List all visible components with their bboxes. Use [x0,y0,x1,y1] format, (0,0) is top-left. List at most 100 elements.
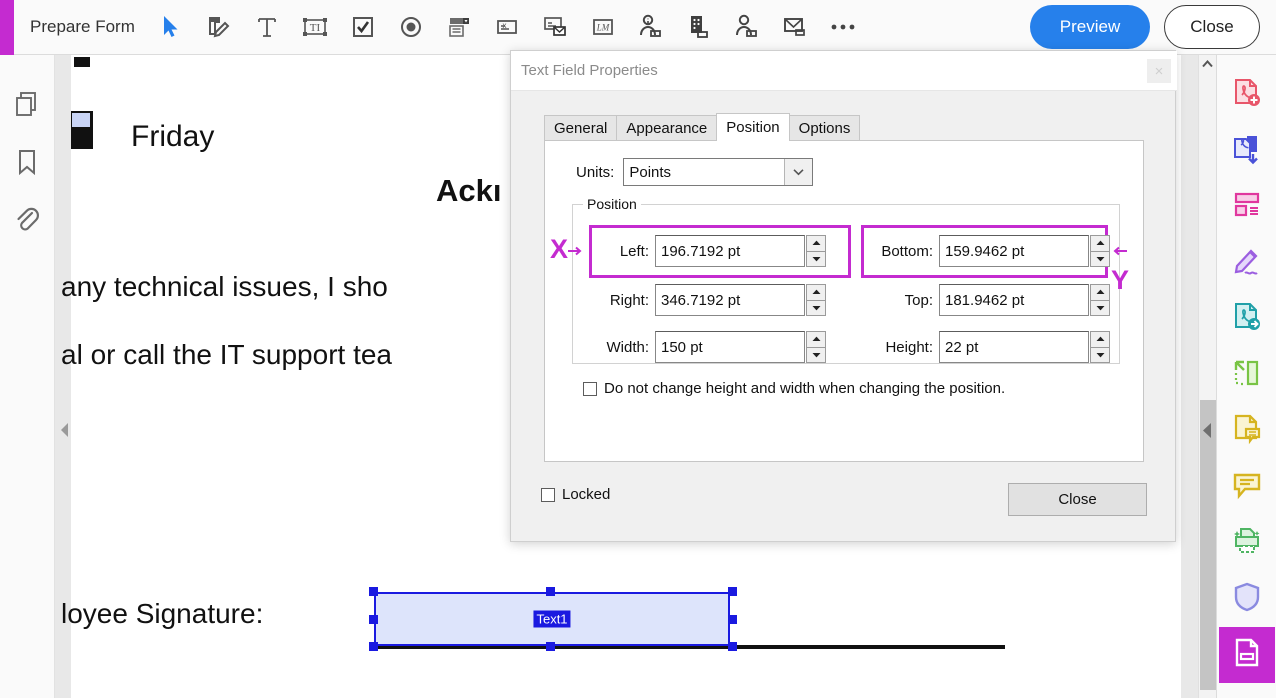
preview-button[interactable]: Preview [1030,5,1150,49]
comment-page-tool[interactable] [1219,403,1275,459]
document-scrollbar[interactable] [1198,55,1216,698]
right-spinner[interactable]: 346.7192 pt [655,284,826,316]
bottom-spin-up[interactable] [1090,235,1110,252]
add-email-field-tool[interactable] [531,4,579,50]
dialog-close-icon[interactable]: × [1147,59,1171,83]
locked-checkbox[interactable] [541,487,555,502]
tab-options[interactable]: Options [788,115,861,141]
create-pdf-tool[interactable] [1219,67,1275,123]
protect-tool[interactable] [1219,571,1275,627]
bottom-spin-buttons[interactable] [1090,235,1110,267]
compress-pdf-icon [1231,357,1263,394]
add-checkbox-tool[interactable] [339,4,387,50]
prepare-form-tool[interactable] [1218,627,1275,683]
scrollbar-thumb[interactable] [1200,400,1216,690]
fill-and-sign-tool[interactable] [1219,235,1275,291]
right-input[interactable]: 346.7192 pt [655,284,805,316]
width-spin-up[interactable] [806,331,826,348]
tab-appearance[interactable]: Appearance [616,115,718,141]
height-input[interactable]: 22 pt [939,331,1089,363]
x-axis-marker: X [550,234,584,265]
width-spinner[interactable]: 150 pt [655,331,826,363]
add-signer-tool[interactable] [723,4,771,50]
document-paragraph-line-2: al or call the IT support tea [61,339,392,370]
left-spin-down[interactable] [806,251,826,267]
selected-text-field[interactable]: Text1 [369,587,737,651]
height-spin-up[interactable] [1090,331,1110,348]
left-spin-up[interactable] [806,235,826,252]
resize-handle-top-center[interactable] [546,587,555,596]
top-spin-down[interactable] [1090,300,1110,316]
add-text-field-tool[interactable]: TI [291,4,339,50]
more-tools[interactable] [819,4,867,50]
height-spin-buttons[interactable] [1090,331,1110,363]
units-select[interactable]: Points [623,158,814,186]
bottom-input[interactable]: 159.9462 pt [939,235,1089,267]
add-signature-tool[interactable] [195,4,243,50]
locked-checkbox-row[interactable]: Locked [541,486,610,503]
right-spin-down[interactable] [806,300,826,316]
text-field-properties-dialog: Text Field Properties × General Appearan… [510,50,1177,542]
right-field-label: Right: [609,291,649,309]
attachments-button[interactable] [7,193,47,251]
top-spin-buttons[interactable] [1090,284,1110,316]
dialog-close-button[interactable]: Close [1008,483,1147,516]
do-not-change-checkbox[interactable] [583,381,597,396]
width-spin-down[interactable] [806,347,826,363]
resize-handle-middle-left[interactable] [369,615,378,624]
tab-position[interactable]: Position [716,113,790,141]
bookmarks-button[interactable] [7,135,47,193]
right-spin-buttons[interactable] [806,284,826,316]
add-text-tool[interactable] [243,4,291,50]
resize-handle-bottom-right[interactable] [728,642,737,651]
chevron-down-icon[interactable] [784,159,813,185]
document-paragraph-line-1: any technical issues, I sho [61,271,388,302]
caret-up-icon [812,240,820,246]
height-spin-down[interactable] [1090,347,1110,363]
top-spinner[interactable]: 181.9462 pt [939,284,1110,316]
comment-tool[interactable] [1219,459,1275,515]
bottom-spin-down[interactable] [1090,251,1110,267]
resize-handle-bottom-left[interactable] [369,642,378,651]
page-panel-collapse-arrow[interactable] [58,420,72,440]
resize-handle-bottom-center[interactable] [546,642,555,651]
left-input[interactable]: 196.7192 pt [655,235,805,267]
width-spin-buttons[interactable] [806,331,826,363]
dialog-titlebar[interactable]: Text Field Properties × [511,51,1177,91]
combine-files-tool[interactable] [1219,123,1275,179]
add-radio-button-tool[interactable] [387,4,435,50]
add-barcode-tool[interactable] [675,4,723,50]
print-production-tool[interactable] [1219,515,1275,571]
select-cursor-tool[interactable] [147,4,195,50]
export-pdf-tool[interactable] [1219,291,1275,347]
width-input[interactable]: 150 pt [655,331,805,363]
right-spin-up[interactable] [806,284,826,301]
page-thumbnails-button[interactable] [7,77,47,135]
add-email-tool[interactable] [771,4,819,50]
left-spin-buttons[interactable] [806,235,826,267]
scroll-up-button[interactable] [1199,55,1216,73]
compress-pdf-tool[interactable] [1219,347,1275,403]
add-dropdown-tool[interactable] [435,4,483,50]
chevron-left-icon [61,423,68,437]
close-form-button[interactable]: Close [1164,5,1260,49]
do-not-change-checkbox-row[interactable]: Do not change height and width when chan… [583,380,1005,397]
position-group: Position X Y Left: 196.7192 pt Bottom: 1… [550,196,1129,364]
top-spin-up[interactable] [1090,284,1110,301]
add-list-box-tool[interactable]: x [483,4,531,50]
resize-handle-top-left[interactable] [369,587,378,596]
organize-pages-tool[interactable] [1219,179,1275,235]
resize-handle-top-right[interactable] [728,587,737,596]
units-selected-value: Points [629,163,672,181]
list-box-email-icon [542,15,568,39]
left-spinner[interactable]: 196.7192 pt [655,235,826,267]
height-spinner[interactable]: 22 pt [939,331,1110,363]
bottom-spinner[interactable]: 159.9462 pt [939,235,1110,267]
resize-handle-middle-right[interactable] [728,615,737,624]
add-person-field-tool[interactable] [627,4,675,50]
add-label-tool[interactable]: LM [579,4,627,50]
top-input[interactable]: 181.9462 pt [939,284,1089,316]
paperclip-icon [14,206,40,239]
right-panel-collapse-arrow[interactable] [1199,418,1215,442]
tab-general[interactable]: General [544,115,618,141]
